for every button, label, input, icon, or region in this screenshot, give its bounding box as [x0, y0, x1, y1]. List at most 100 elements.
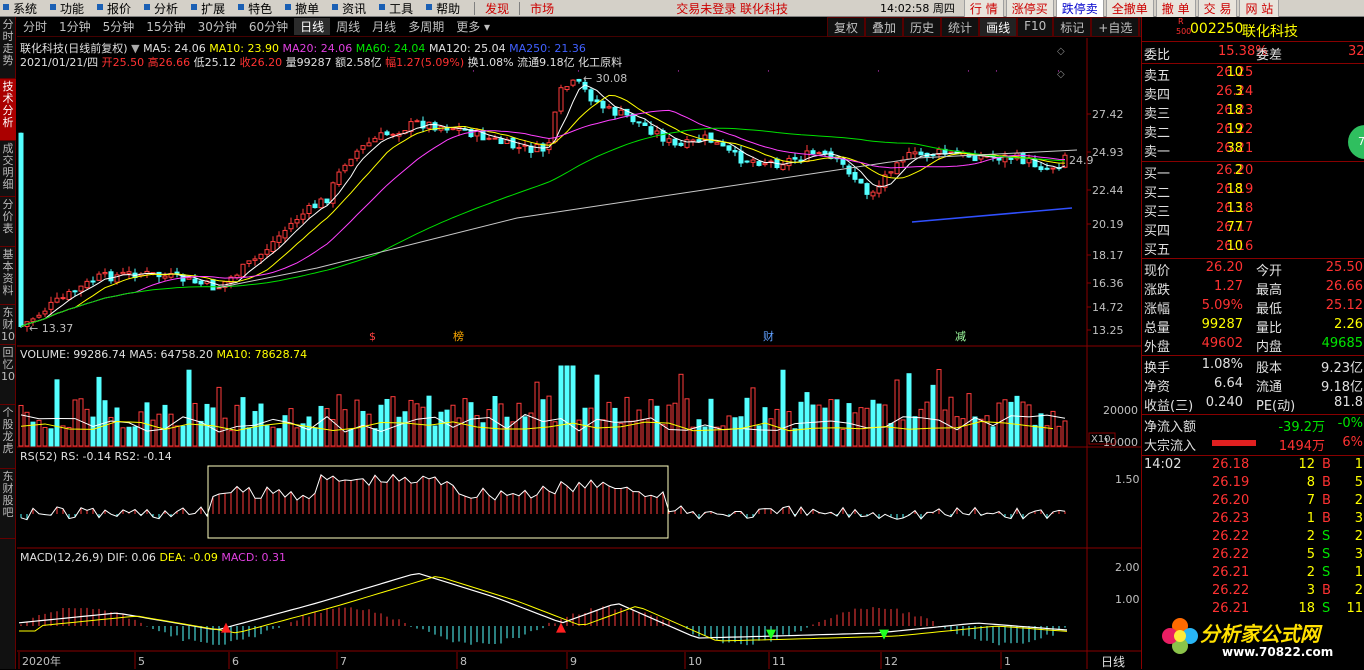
candle-body [726, 145, 732, 151]
period-3[interactable]: 15分钟 [140, 18, 191, 35]
period-8[interactable]: 月线 [366, 18, 402, 35]
buy-volume: 2 [1234, 163, 1243, 178]
left-tab-2[interactable]: 成交明细 [0, 141, 16, 197]
left-tab-7[interactable]: 个股龙虎 [0, 405, 16, 469]
volume-bar [24, 411, 30, 447]
left-tab-8[interactable]: 东财股吧 [0, 469, 16, 539]
tick-side: S [1322, 529, 1331, 544]
volume-bar [912, 416, 918, 447]
volume-bar [270, 426, 276, 447]
candle-body [918, 151, 924, 156]
volume-bar [150, 419, 156, 447]
volume-bar [540, 399, 546, 447]
volume-bar [444, 409, 450, 447]
candle-body [714, 142, 720, 145]
period-1[interactable]: 1分钟 [53, 18, 97, 35]
period-4[interactable]: 30分钟 [192, 18, 243, 35]
candle-body [858, 178, 864, 184]
btn-quote[interactable]: 行 情 [963, 0, 1004, 18]
volume-bar [66, 426, 72, 447]
volume-bar [246, 427, 252, 447]
tick-count: 2 [1354, 583, 1363, 598]
candle-body [576, 78, 582, 82]
candle-body [186, 277, 192, 280]
macd-label: MACD(12,26,9) [20, 551, 104, 564]
tick-side: B [1322, 493, 1331, 508]
left-tab-3[interactable]: 分价表 [0, 197, 16, 247]
left-tab-4[interactable]: 基本资料 [0, 247, 16, 305]
period-10[interactable]: 更多 ▾ [450, 18, 496, 35]
stat-label: 收益(三) [1144, 399, 1194, 414]
chart-tool-3[interactable]: 统计 [941, 17, 980, 37]
left-tab-5[interactable]: 东财10 [0, 305, 16, 345]
volume-unit: X10 [1091, 434, 1111, 445]
menu-item-6[interactable]: 撤单 [282, 0, 329, 17]
chart-tool-4[interactable]: 画线 [979, 17, 1018, 37]
period-6[interactable]: 日线 [294, 18, 331, 35]
btn-cancel-all[interactable]: 全撤单 [1105, 0, 1154, 18]
candle-body [276, 235, 282, 243]
period-5[interactable]: 60分钟 [243, 18, 294, 35]
btn-limit-down-sell[interactable]: 跌停卖 [1055, 0, 1104, 18]
volume-bar [414, 403, 420, 447]
menu-item-9[interactable]: 帮助 [423, 0, 470, 17]
chart-tool-7[interactable]: +自选 [1091, 17, 1140, 37]
chart-tool-6[interactable]: 标记 [1053, 17, 1092, 37]
period-2[interactable]: 5分钟 [97, 18, 141, 35]
stat-row-4: 外盘 49602 内盘 49685 [1142, 336, 1364, 355]
menu-item-0[interactable]: 系统 [0, 0, 47, 17]
volume-bar [216, 386, 222, 447]
chart-tool-1[interactable]: 叠加 [865, 17, 904, 37]
volume-bar [996, 402, 1002, 447]
candle-body [498, 138, 504, 145]
period-9[interactable]: 多周期 [402, 18, 450, 35]
chart-tool-5[interactable]: F10 [1017, 17, 1054, 37]
volume-bar [804, 392, 810, 447]
candle-body [1050, 167, 1056, 170]
stat-value: 6.64 [1214, 376, 1243, 391]
tick-volume: 12 [1298, 457, 1315, 472]
left-tab-0[interactable]: 分时走势 [0, 17, 16, 79]
menu-item-4[interactable]: 扩展 [188, 0, 235, 17]
menu-market[interactable]: 市场 [524, 0, 560, 17]
stat-value: 49602 [1201, 336, 1243, 351]
tick-row-6: 26.21 2 S 1 [1142, 565, 1364, 584]
volume-ma5: MA5: 64758.20 [129, 348, 213, 361]
btn-trade[interactable]: 交 易 [1197, 0, 1238, 18]
period-label: 日线 [1101, 655, 1126, 669]
menu-item-5[interactable]: 特色 [235, 0, 282, 17]
tick-row-0: 14:02 26.18 12 B 1 [1142, 457, 1364, 476]
rs-label: RS(52) [20, 450, 58, 463]
menu-item-7[interactable]: 资讯 [329, 0, 376, 17]
price-tick: 16.36 [1092, 277, 1124, 290]
tick-side: B [1322, 475, 1331, 490]
stat-label: 外盘 [1144, 340, 1171, 355]
btn-limit-up-buy[interactable]: 涨停买 [1005, 0, 1054, 18]
chart-tool-2[interactable]: 历史 [903, 17, 942, 37]
candle-body [342, 164, 348, 172]
menu-item-8[interactable]: 工具 [376, 0, 423, 17]
btn-website[interactable]: 网 站 [1239, 0, 1280, 18]
stat-label: 最低 [1256, 302, 1283, 317]
candle-body [558, 87, 564, 112]
candle-body [270, 241, 276, 252]
chart-tool-0[interactable]: 复权 [827, 17, 866, 37]
stat2-row-2: 收益(三) 0.240 PE(动) 81.8 [1142, 395, 1364, 414]
menu-item-1[interactable]: 功能 [47, 0, 94, 17]
quote-panel: R 500 002250 联化科技 委比 15.38% 委差 32 卖五 26.2… [1141, 17, 1364, 669]
left-tab-6[interactable]: 回忆10 [0, 345, 16, 405]
period-7[interactable]: 周线 [330, 18, 366, 35]
period-0[interactable]: 分时 [17, 18, 53, 35]
buy-signal-arrow: ▲ [221, 620, 231, 635]
volume-bar [528, 412, 534, 447]
volume-bar [1062, 420, 1068, 447]
volume-bar [126, 426, 132, 447]
menu-discover[interactable]: 发现 [479, 0, 515, 17]
menu-item-2[interactable]: 报价 [94, 0, 141, 17]
left-tab-1[interactable]: 技术分析 [0, 79, 16, 141]
candle-body [750, 159, 756, 163]
candle-body [564, 86, 570, 90]
tick-price: 26.18 [1212, 457, 1250, 472]
menu-item-3[interactable]: 分析 [141, 0, 188, 17]
btn-cancel[interactable]: 撤 单 [1155, 0, 1196, 18]
